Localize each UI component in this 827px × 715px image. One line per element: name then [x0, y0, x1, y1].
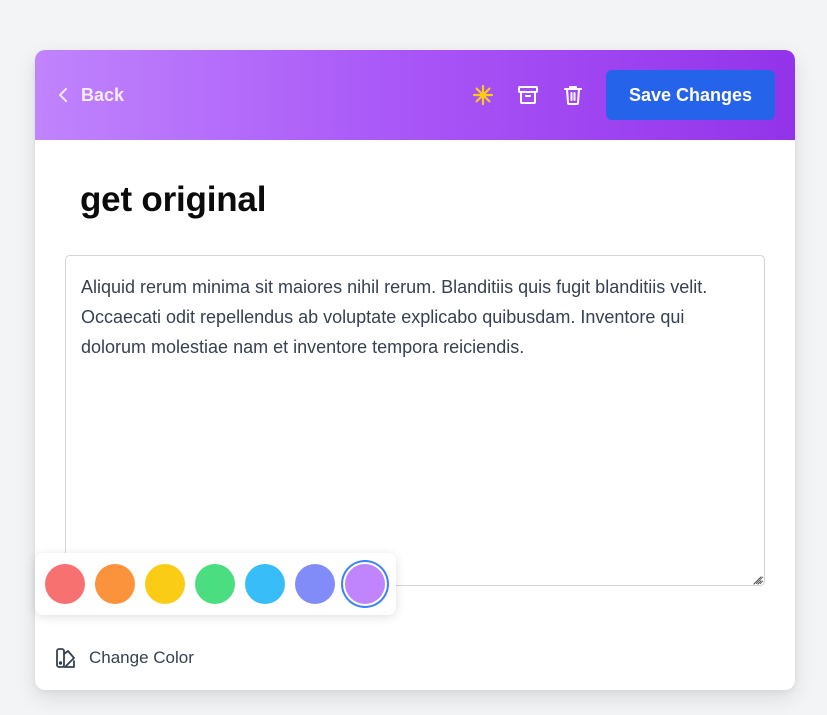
note-title[interactable]: get original [80, 180, 266, 220]
change-color-button[interactable]: Change Color [55, 646, 194, 670]
chevron-left-icon [57, 86, 69, 104]
note-editor-card: Back Save Changes get original Aliquid r… [35, 50, 795, 690]
change-color-label: Change Color [89, 648, 194, 667]
color-swatch-indigo[interactable] [295, 564, 335, 604]
back-label: Back [81, 84, 125, 105]
resize-handle-icon[interactable] [752, 572, 762, 585]
color-swatch-green[interactable] [195, 564, 235, 604]
color-swatch-orange[interactable] [95, 564, 135, 604]
trash-icon[interactable] [562, 84, 584, 106]
color-palette [35, 553, 396, 615]
asterisk-icon[interactable] [472, 84, 494, 106]
color-swatch-red[interactable] [45, 564, 85, 604]
save-changes-button[interactable]: Save Changes [606, 70, 775, 120]
color-swatch-purple[interactable] [345, 564, 385, 604]
archive-icon[interactable] [517, 84, 539, 106]
color-swatch-yellow[interactable] [145, 564, 185, 604]
color-swatch-sky[interactable] [245, 564, 285, 604]
back-button[interactable]: Back [57, 83, 124, 107]
editor-header: Back Save Changes [35, 50, 795, 140]
color-swatch-icon [55, 647, 77, 669]
note-body-textarea[interactable]: Aliquid rerum minima sit maiores nihil r… [65, 255, 765, 586]
